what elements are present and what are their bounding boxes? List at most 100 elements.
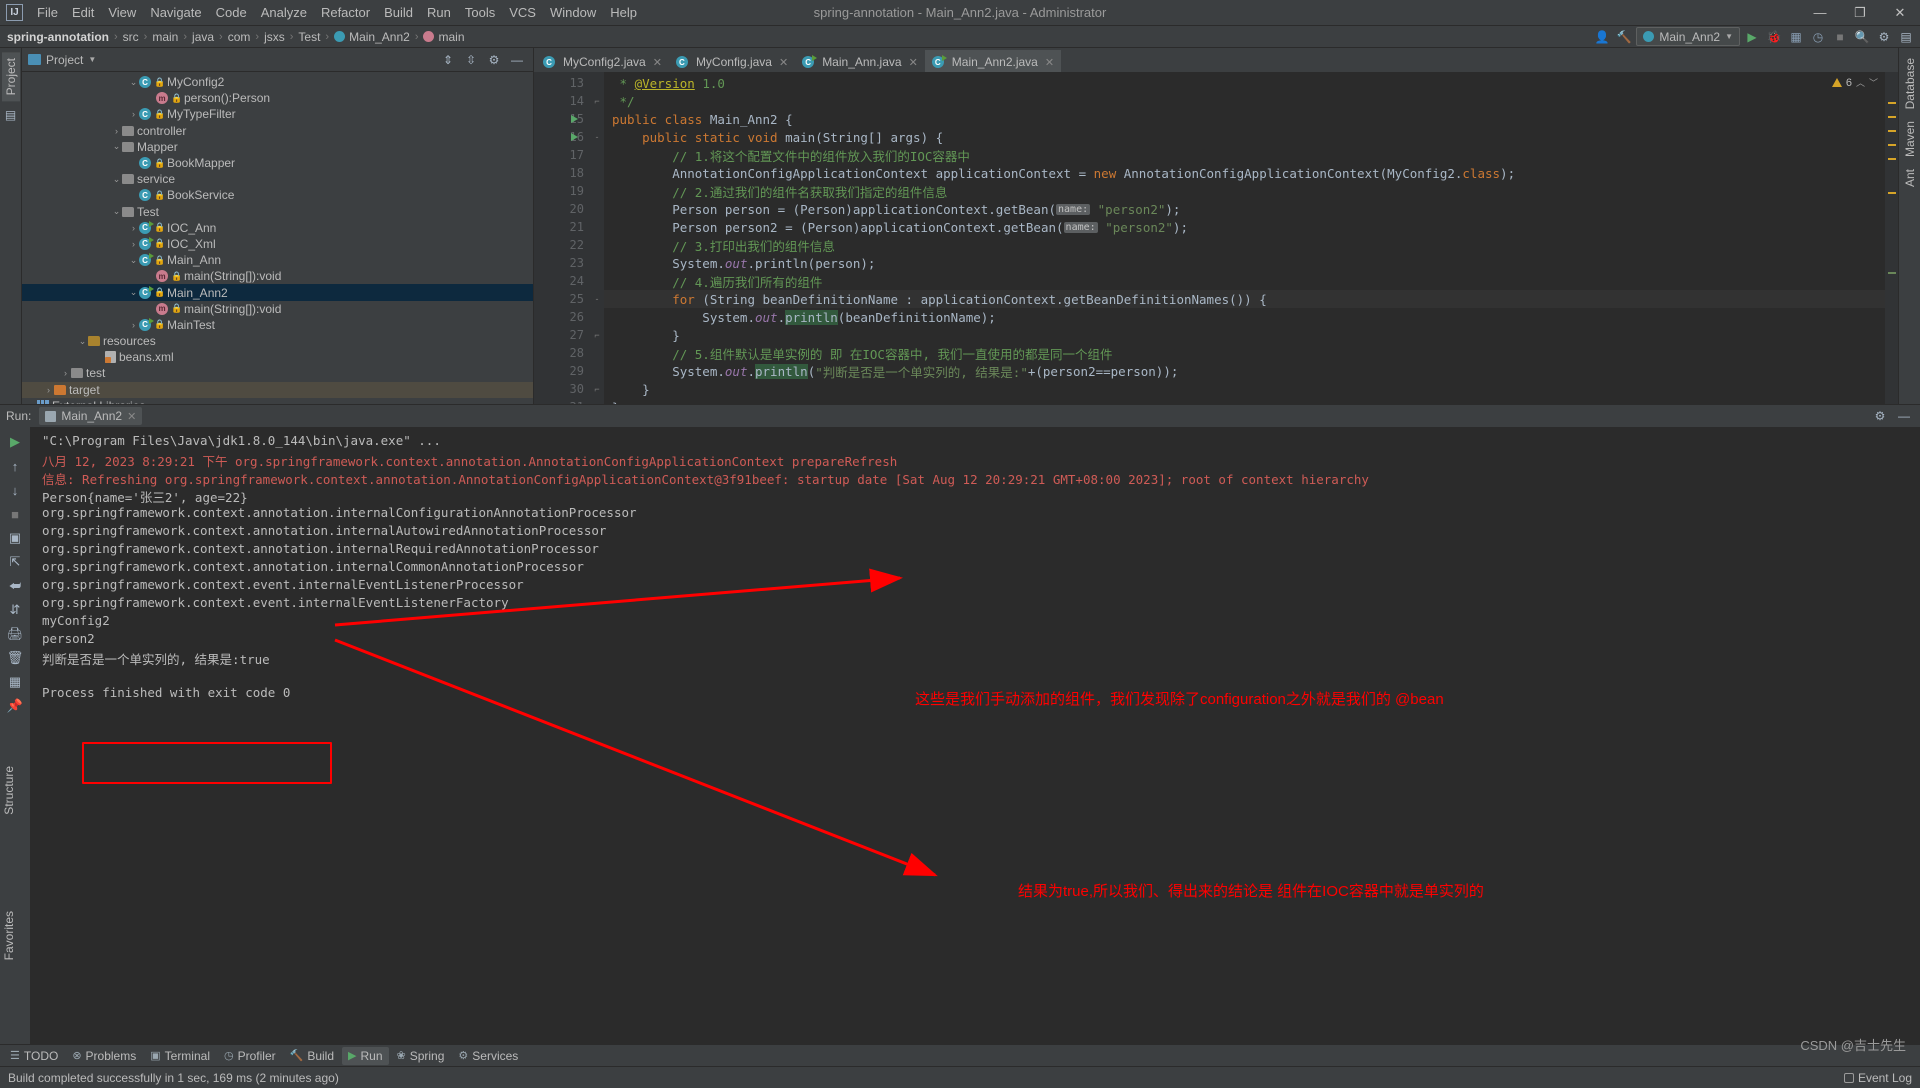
sidebar-tab-ant[interactable]: Ant [1901,163,1919,193]
breadcrumb-item-spring-annotation[interactable]: spring-annotation [4,30,112,44]
camera-icon[interactable]: ▣ [4,527,26,549]
tree-node-resources[interactable]: ⌄ resources [22,333,533,349]
chevron-down-icon[interactable]: ⌄ [111,141,122,152]
hammer-icon[interactable]: 🔨 [1614,27,1634,47]
profile-button[interactable]: ◷ [1808,27,1828,47]
breadcrumb-item-test[interactable]: Test [295,30,323,44]
wrap-icon[interactable]: ⮨ [4,575,26,597]
tree-node-test[interactable]: ⌄ Test [22,204,533,220]
tree-node-person-person[interactable]: m 🔒 person():Person [22,90,533,106]
collapse-all-icon[interactable]: ⇳ [461,50,481,70]
chevron-right-icon[interactable]: › [43,385,54,395]
menu-analyze[interactable]: Analyze [254,3,314,22]
chevron-down-icon[interactable]: ⌄ [111,206,122,217]
chevron-right-icon[interactable]: › [60,368,71,378]
tree-node-myconfig2[interactable]: ⌄ C 🔒 MyConfig2 [22,74,533,90]
sidebar-tab-favorites[interactable]: Favorites [0,905,18,966]
breadcrumb-item-main-ann2[interactable]: Main_Ann2 [331,30,413,44]
chevron-right-icon[interactable]: › [128,320,139,330]
close-icon[interactable]: ✕ [1045,56,1054,69]
tree-node-bookservice[interactable]: C 🔒 BookService [22,187,533,203]
gear-icon[interactable]: ⚙ [1870,406,1890,426]
fold-toggle[interactable]: ⌐ [590,326,604,344]
export-icon[interactable]: ⇱ [4,551,26,573]
close-icon[interactable]: ✕ [909,56,918,69]
tree-node-maintest[interactable]: › C 🔒 MainTest [22,317,533,333]
run-configuration-selector[interactable]: Main_Ann2 ▼ [1636,27,1740,46]
folder-icon[interactable]: ▤ [3,107,19,123]
menu-window[interactable]: Window [543,3,603,22]
fold-toggle[interactable]: ⌐ [590,92,604,110]
tree-node-bookmapper[interactable]: C 🔒 BookMapper [22,155,533,171]
search-icon[interactable]: 🔍 [1852,27,1872,47]
sidebar-tab-project[interactable]: Project [1,52,20,102]
breadcrumb-item-main[interactable]: main [149,30,181,44]
chevron-right-icon[interactable]: › [128,223,139,233]
breadcrumb-item-src[interactable]: src [120,30,142,44]
tree-node-service[interactable]: ⌄ service [22,171,533,187]
menu-edit[interactable]: Edit [65,3,101,22]
rerun-icon[interactable]: ▶ [4,431,26,453]
editor-fold-column[interactable]: ⌐ - - ⌐ ⌐ [590,72,604,404]
chevron-down-icon[interactable]: ⌄ [128,77,139,88]
breadcrumb-item-com[interactable]: com [225,30,254,44]
close-icon[interactable]: ✕ [653,56,662,69]
menu-help[interactable]: Help [603,3,644,22]
gear-icon[interactable]: ⚙ [1874,27,1894,47]
breadcrumb-item-jsxs[interactable]: jsxs [261,30,288,44]
run-gutter-icon[interactable] [564,128,584,146]
run-tab[interactable]: Main_Ann2 ✕ [39,407,143,425]
tree-node-main-ann[interactable]: ⌄ C 🔒 Main_Ann [22,252,533,268]
tree-node-ioc-xml[interactable]: › C 🔒 IOC_Xml [22,236,533,252]
chevron-down-icon[interactable]: ⌄ [77,336,88,347]
tree-node-mytypefilter[interactable]: › C 🔒 MyTypeFilter [22,106,533,122]
chevron-down-icon[interactable]: ⌄ [26,400,37,404]
tree-node-main-string-void[interactable]: m 🔒 main(String[]):void [22,268,533,284]
chevron-down-icon[interactable]: ⌄ [128,287,139,298]
code-content[interactable]: * @Version 1.0 */public class Main_Ann2 … [604,72,1885,404]
pin-icon[interactable]: 📌 [4,695,26,717]
menu-refactor[interactable]: Refactor [314,3,377,22]
layout-icon[interactable]: ▤ [1896,27,1916,47]
sidebar-tab-maven[interactable]: Maven [1901,115,1919,163]
tree-node-beans-xml[interactable]: beans.xml [22,349,533,365]
console-line[interactable]: "C:\Program Files\Java\jdk1.8.0_144\bin\… [42,433,1920,451]
print-icon[interactable]: 🖨 [4,623,26,645]
tree-node-external-libraries[interactable]: ⌄ External Libraries [22,398,533,404]
editor-tab-myconfig-java[interactable]: C MyConfig.java ✕ [669,50,795,72]
down-icon[interactable]: ↓ [4,479,26,501]
fold-toggle[interactable]: ⌐ [590,380,604,398]
tree-node-mapper[interactable]: ⌄ Mapper [22,139,533,155]
menu-build[interactable]: Build [377,3,420,22]
editor-marker-bar[interactable] [1885,72,1898,404]
tree-node-target[interactable]: › target [22,381,533,398]
close-icon[interactable]: ✕ [127,410,136,423]
project-tree[interactable]: ⌄ C 🔒 MyConfig2 m 🔒 person():Person › C 🔒 MyTypeFi… [22,72,533,404]
chevron-right-icon[interactable]: › [128,239,139,249]
editor-tab-main-ann2-java[interactable]: C Main_Ann2.java ✕ [924,50,1062,72]
up-icon[interactable]: ↑ [4,455,26,477]
chevron-right-icon[interactable]: › [111,126,122,136]
sidebar-tab-database[interactable]: Database [1901,52,1919,115]
tree-node-controller[interactable]: › controller [22,123,533,139]
console-output[interactable]: "C:\Program Files\Java\jdk1.8.0_144\bin\… [30,427,1920,1044]
coverage-button[interactable]: ▦ [1786,27,1806,47]
expand-all-icon[interactable]: ⇕ [438,50,458,70]
menu-run[interactable]: Run [420,3,458,22]
fold-toggle[interactable]: - [590,290,604,308]
hide-panel-icon[interactable]: — [507,50,527,70]
chevron-down-icon[interactable]: ▼ [88,55,96,64]
editor-tab-myconfig2-java[interactable]: C MyConfig2.java ✕ [536,50,669,72]
inspection-status[interactable]: 6 ︿ ﹀ [1831,76,1878,89]
gutter-run-markers[interactable] [564,74,584,404]
editor-tab-main-ann-java[interactable]: C Main_Ann.java ✕ [795,50,925,72]
hide-panel-icon[interactable]: — [1894,406,1914,426]
menu-tools[interactable]: Tools [458,3,502,22]
menu-file[interactable]: File [30,3,65,22]
breadcrumb-item-java[interactable]: java [189,30,217,44]
scroll-icon[interactable]: ⇵ [4,599,26,621]
tree-node-main-ann2[interactable]: ⌄ C 🔒 Main_Ann2 [22,284,533,301]
stop-icon[interactable]: ■ [4,503,26,525]
close-icon[interactable]: ✕ [779,56,788,69]
debug-button[interactable]: 🐞 [1764,27,1784,47]
